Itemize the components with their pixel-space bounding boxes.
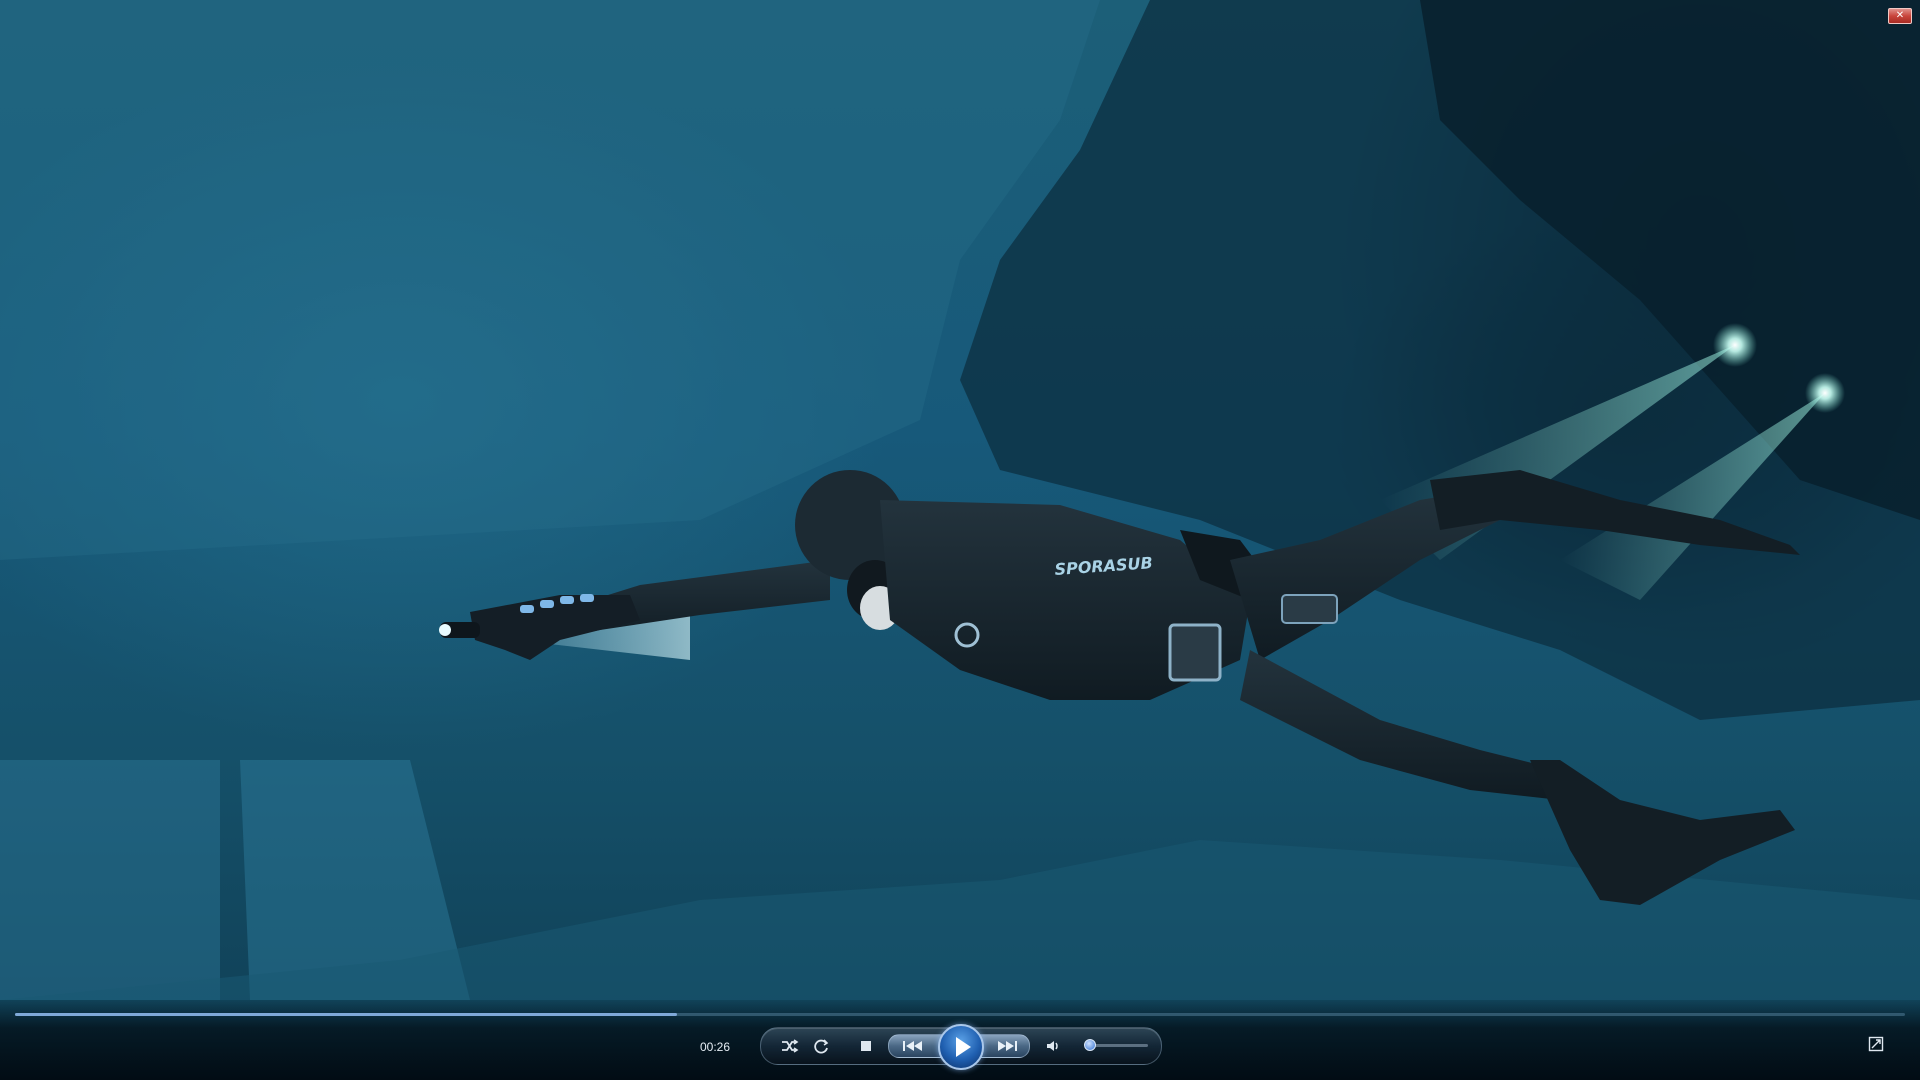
stop-icon <box>861 1041 871 1051</box>
speaker-icon <box>1047 1041 1058 1051</box>
rock-block-1 <box>0 760 220 1000</box>
previous-icon <box>903 1041 922 1051</box>
fullscreen-icon <box>1868 1036 1884 1052</box>
shuffle-button[interactable] <box>778 1035 800 1057</box>
video-scene: SPORASUB <box>0 0 1920 1000</box>
stop-button[interactable] <box>855 1035 877 1057</box>
shuffle-icon <box>782 1039 799 1053</box>
cave-wall-left <box>0 0 1100 560</box>
seek-progress-fill <box>15 1013 677 1016</box>
close-icon: ✕ <box>1895 10 1905 21</box>
next-button[interactable] <box>992 1035 1017 1057</box>
next-icon <box>998 1041 1017 1051</box>
fullscreen-button[interactable] <box>1868 1036 1884 1052</box>
volume-slider-thumb[interactable] <box>1084 1039 1097 1051</box>
video-frame[interactable]: SPORASUB <box>0 0 1920 1080</box>
play-button[interactable] <box>938 1024 984 1070</box>
seek-bar[interactable] <box>15 1013 1905 1016</box>
media-player-window: SPORASUB ✕ 00:26 <box>0 0 1920 1080</box>
repeat-icon <box>814 1039 829 1054</box>
previous-button[interactable] <box>900 1035 922 1057</box>
play-icon <box>956 1037 971 1057</box>
repeat-button[interactable] <box>810 1035 832 1057</box>
close-button[interactable]: ✕ <box>1888 8 1912 24</box>
diver-light-1 <box>1713 323 1757 367</box>
elapsed-time: 00:26 <box>700 1040 731 1054</box>
mute-button[interactable] <box>1042 1035 1064 1057</box>
diver-light-2 <box>1805 373 1845 413</box>
